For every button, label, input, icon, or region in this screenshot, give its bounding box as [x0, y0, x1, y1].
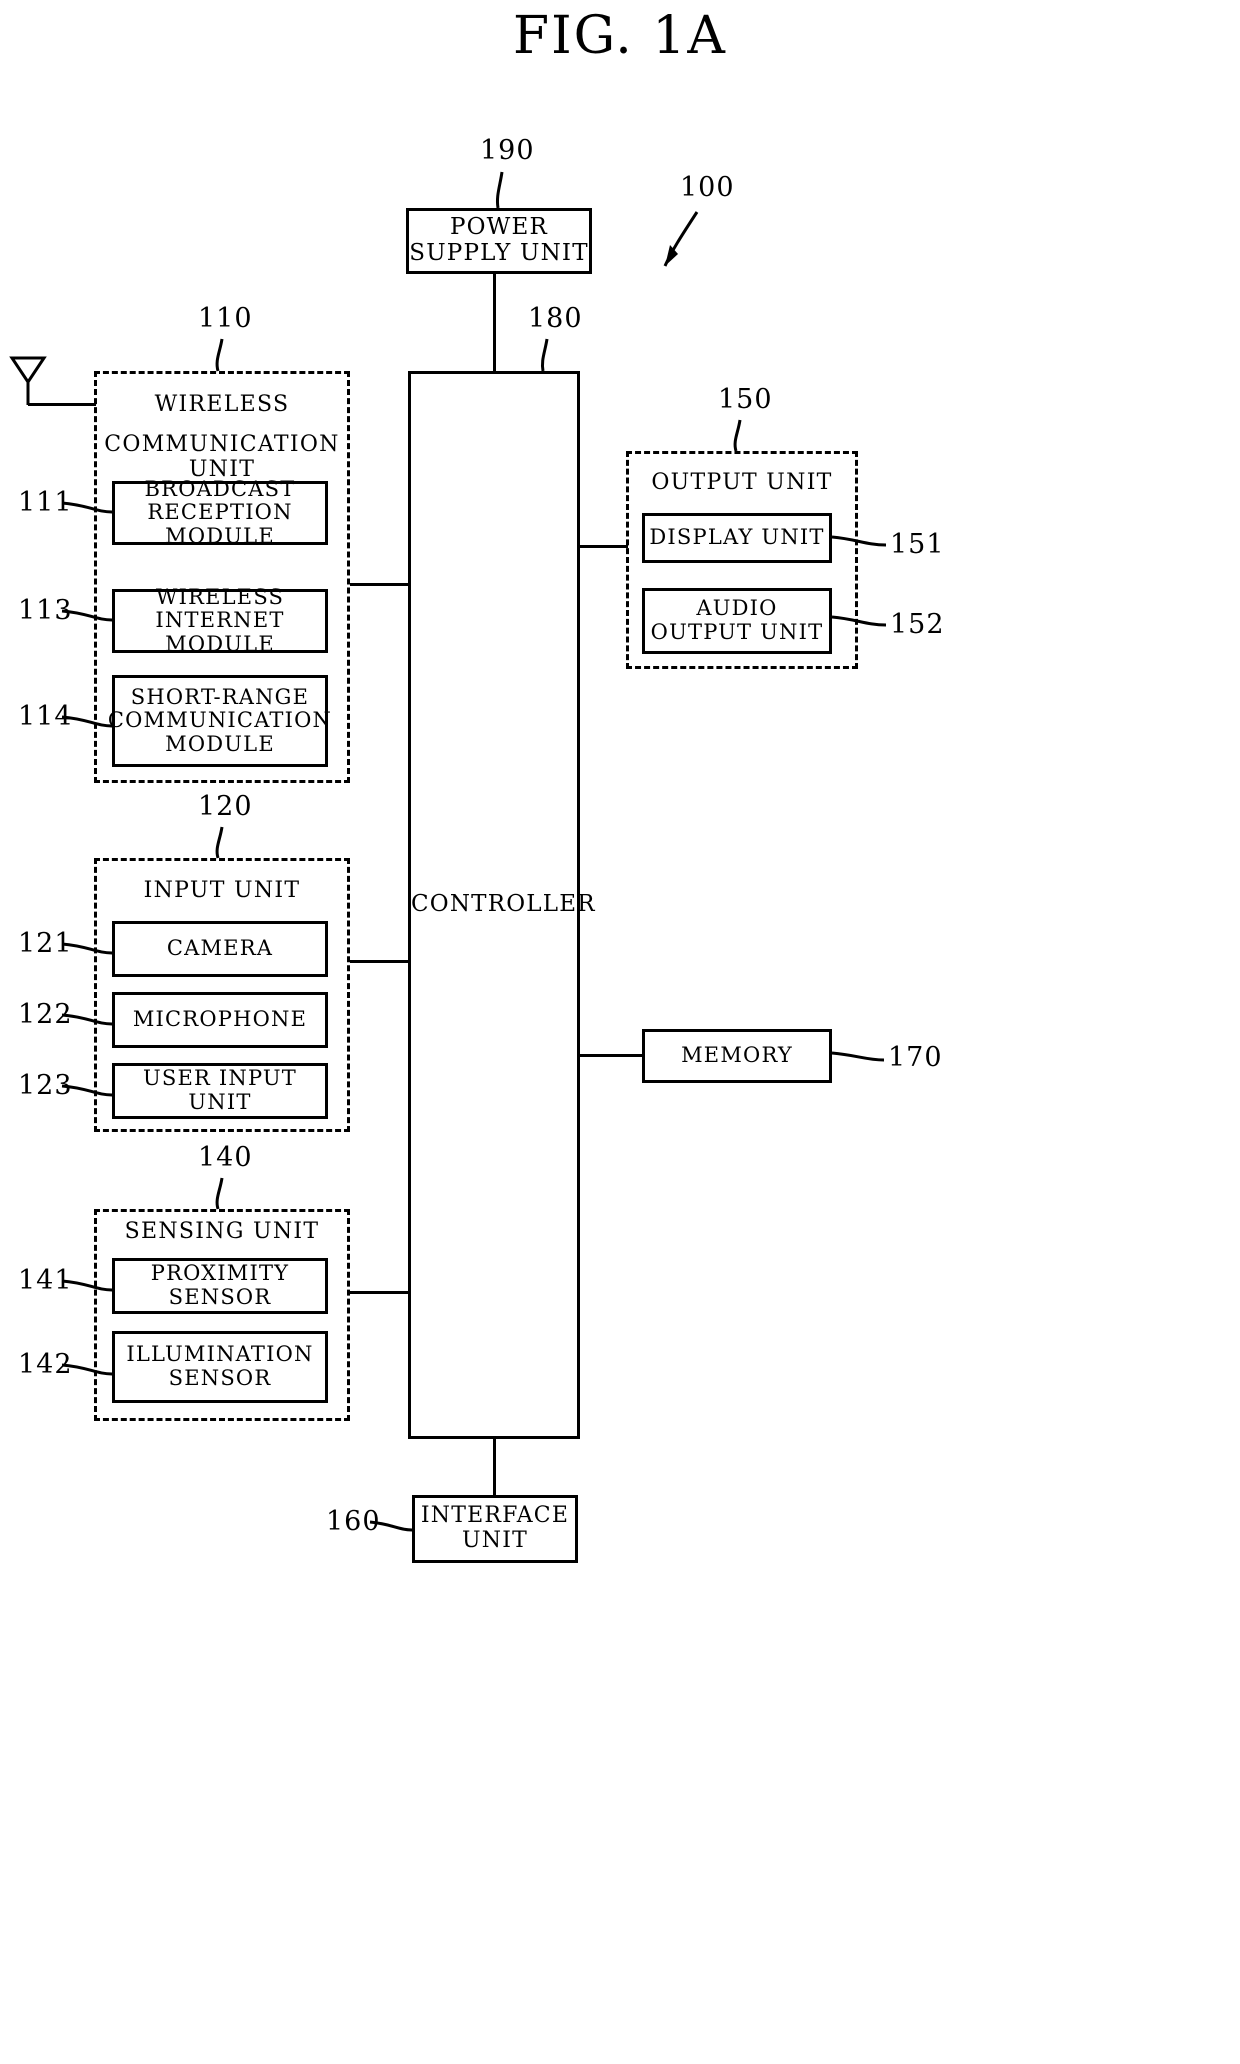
leader-120 [215, 826, 224, 859]
ref-123: 123 [18, 1070, 73, 1101]
short-range-module-line3: MODULE [165, 731, 275, 756]
connector-wireless-to-controller [350, 583, 408, 586]
proximity-sensor-block[interactable]: PROXIMITY SENSOR [112, 1258, 328, 1314]
power-supply-line2: SUPPLY UNIT [409, 240, 589, 266]
camera-block[interactable]: CAMERA [112, 921, 328, 977]
audio-output-unit-line2: OUTPUT UNIT [650, 620, 824, 644]
microphone-block[interactable]: MICROPHONE [112, 992, 328, 1048]
short-range-module-line1: SHORT-RANGE [130, 684, 310, 709]
memory-block[interactable]: MEMORY [642, 1029, 832, 1083]
antenna-wire [28, 403, 96, 406]
power-supply-unit-block[interactable]: POWER SUPPLY UNIT [406, 208, 592, 274]
microphone-label: MICROPHONE [132, 1007, 308, 1032]
proximity-sensor-label: PROXIMITY SENSOR [150, 1261, 290, 1309]
illumination-sensor-line1: ILLUMINATION [126, 1342, 314, 1367]
short-range-module-line2: COMMUNICATION [107, 708, 333, 733]
ref-152: 152 [890, 609, 945, 640]
connector-controller-to-interface [493, 1439, 496, 1495]
ref-113: 113 [18, 595, 73, 626]
wireless-internet-module-line1: WIRELESS [155, 584, 285, 609]
ref-180: 180 [528, 303, 583, 334]
ref-122: 122 [18, 999, 73, 1030]
figure-title: FIG. 1A [512, 6, 727, 66]
power-supply-line1: POWER [449, 214, 549, 241]
ref-110: 110 [198, 303, 253, 334]
ref-111: 111 [18, 487, 73, 518]
ref-150: 150 [718, 384, 773, 415]
ref-142: 142 [18, 1349, 73, 1380]
ref-151: 151 [890, 529, 945, 560]
broadcast-reception-module-line2: RECEPTION MODULE [147, 500, 293, 548]
leader-140 [215, 1177, 224, 1210]
user-input-unit-block[interactable]: USER INPUT UNIT [112, 1063, 328, 1119]
audio-output-unit-line1: AUDIO [696, 596, 778, 621]
ref-160: 160 [326, 1506, 381, 1537]
sensing-unit-title: SENSING UNIT [124, 1219, 320, 1244]
wireless-internet-module-line2: INTERNET MODULE [155, 608, 285, 656]
broadcast-reception-module-block[interactable]: BROADCAST RECEPTION MODULE [112, 476, 328, 548]
leader-180 [541, 338, 549, 372]
leader-190 [496, 171, 504, 209]
leader-100 [663, 211, 699, 267]
broadcast-reception-module-line1: BROADCAST [144, 476, 296, 501]
wireless-internet-module-block[interactable]: WIRELESS INTERNET MODULE [112, 584, 328, 656]
ref-120: 120 [198, 791, 253, 822]
connector-input-to-controller [350, 960, 408, 963]
ref-114: 114 [18, 701, 73, 732]
interface-unit-line2: UNIT [462, 1528, 528, 1553]
leader-150 [733, 419, 742, 452]
ref-121: 121 [18, 928, 73, 959]
leader-170 [831, 1051, 885, 1062]
user-input-unit-label: USER INPUT UNIT [142, 1066, 298, 1114]
ref-190: 190 [480, 135, 535, 166]
controller-block[interactable]: CONTROLLER [408, 371, 596, 1439]
interface-unit-line1: INTERFACE [420, 1503, 570, 1529]
connector-power-to-controller [493, 274, 496, 371]
illumination-sensor-line2: SENSOR [168, 1366, 272, 1390]
ref-170: 170 [888, 1042, 943, 1073]
antenna-icon [9, 356, 47, 405]
input-unit-title: INPUT UNIT [143, 878, 301, 903]
ref-100: 100 [680, 172, 735, 203]
wireless-communication-unit-title-line2: COMMUNICATION UNIT [104, 432, 340, 482]
output-unit-title: OUTPUT UNIT [651, 470, 833, 495]
figure-canvas: FIG. 1A 100 190 POWER SUPPLY UNIT 180 CO… [0, 0, 1240, 2064]
ref-140: 140 [198, 1142, 253, 1173]
display-unit-block[interactable]: DISPLAY UNIT [642, 513, 832, 563]
short-range-communication-module-block[interactable]: SHORT-RANGE COMMUNICATION MODULE [108, 675, 331, 767]
memory-label: MEMORY [681, 1043, 793, 1068]
illumination-sensor-block[interactable]: ILLUMINATION SENSOR [112, 1331, 328, 1403]
leader-100-arrowhead [665, 245, 678, 266]
leader-110 [215, 338, 224, 372]
connector-controller-to-memory [580, 1054, 644, 1057]
connector-sensing-to-controller [350, 1291, 408, 1294]
ref-141: 141 [18, 1265, 73, 1296]
audio-output-unit-block[interactable]: AUDIO OUTPUT UNIT [642, 588, 832, 654]
camera-label: CAMERA [166, 936, 274, 961]
connector-controller-to-output [580, 545, 628, 548]
display-unit-label: DISPLAY UNIT [649, 525, 825, 550]
wireless-communication-unit-title-line1: WIRELESS [154, 392, 290, 417]
interface-unit-block[interactable]: INTERFACE UNIT [412, 1495, 578, 1563]
controller-label: CONTROLLER [411, 891, 596, 918]
